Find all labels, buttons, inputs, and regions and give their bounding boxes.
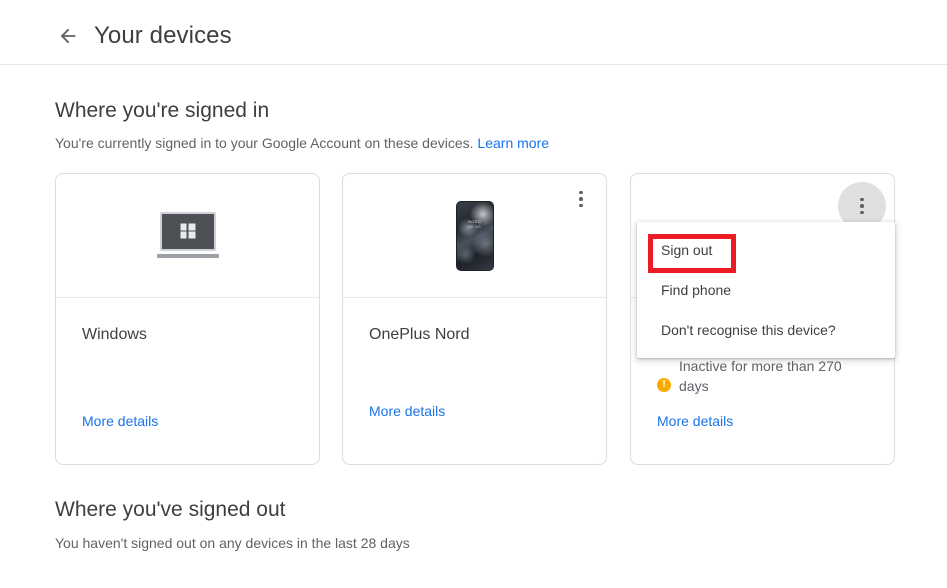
device-card-body: OnePlus Nord More details — [343, 298, 606, 465]
device-name: Windows — [82, 326, 147, 343]
phone-oneplus-icon: NORD CE 5G — [455, 200, 494, 271]
more-details-link[interactable]: More details — [82, 411, 158, 431]
menu-item-find-phone[interactable]: Find phone — [637, 270, 895, 310]
device-card-body: Windows More details — [56, 298, 319, 465]
signed-out-section-title: Where you've signed out — [55, 498, 286, 521]
learn-more-link[interactable]: Learn more — [477, 135, 549, 151]
more-details-link[interactable]: More details — [369, 401, 445, 421]
more-details-link[interactable]: More details — [657, 411, 733, 431]
back-button[interactable] — [52, 20, 84, 52]
device-status: ! Inactive for more than 270 days — [657, 356, 867, 396]
signed-out-section-description: You haven't signed out on any devices in… — [55, 535, 410, 551]
page-header: Your devices — [0, 0, 947, 65]
arrow-left-icon — [57, 25, 79, 47]
warning-icon: ! — [657, 378, 671, 392]
device-name: OnePlus Nord — [369, 326, 470, 343]
signed-in-section-title: Where you're signed in — [55, 99, 270, 122]
menu-item-sign-out[interactable]: Sign out — [637, 230, 895, 270]
page-title: Your devices — [94, 22, 232, 49]
device-status-text: Inactive for more than 270 days — [679, 358, 842, 394]
windows-desktop-icon — [156, 211, 219, 260]
device-thumbnail-windows — [56, 174, 319, 298]
device-thumbnail-oneplus: NORD CE 5G — [343, 174, 606, 298]
device-card-oneplus-nord[interactable]: NORD CE 5G OnePlus Nord More details — [342, 173, 607, 465]
device-card-windows[interactable]: Windows More details — [55, 173, 320, 465]
signed-in-description-text: You're currently signed in to your Googl… — [55, 135, 474, 151]
menu-item-dont-recognise-device[interactable]: Don't recognise this device? — [637, 310, 895, 350]
signed-in-section-description: You're currently signed in to your Googl… — [55, 133, 549, 153]
device-options-dropdown: Sign out Find phone Don't recognise this… — [637, 222, 895, 358]
